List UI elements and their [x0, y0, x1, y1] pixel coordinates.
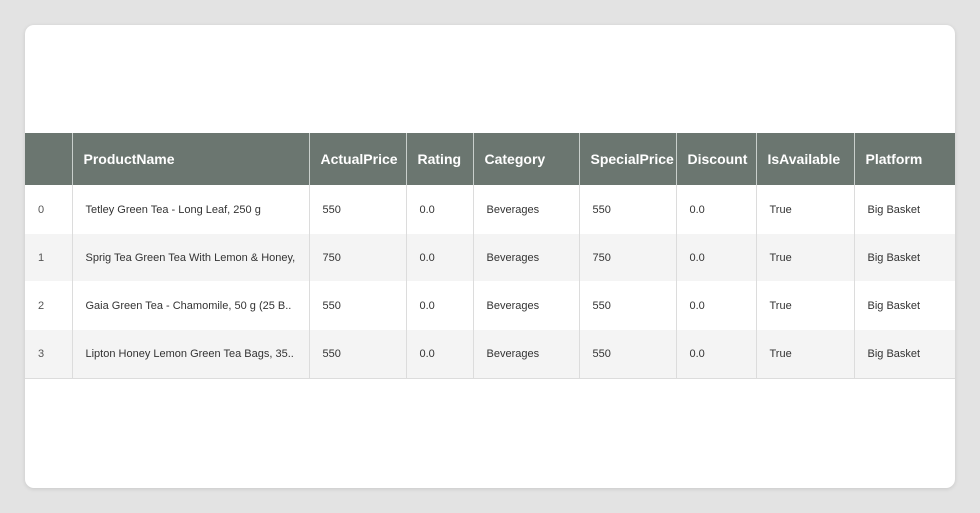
actual-price-cell: 550: [309, 330, 407, 379]
actual-price-cell: 550: [309, 281, 407, 330]
column-header-platform[interactable]: Platform: [854, 133, 955, 185]
special-price-cell: 550: [579, 281, 677, 330]
header-row: ProductName ActualPrice Rating Category …: [25, 133, 955, 185]
rating-cell: 0.0: [406, 185, 474, 234]
column-header-discount[interactable]: Discount: [676, 133, 757, 185]
row-index-cell: 1: [25, 234, 73, 281]
table-row[interactable]: 1 Sprig Tea Green Tea With Lemon & Honey…: [25, 234, 955, 281]
special-price-cell: 550: [579, 330, 677, 379]
category-cell: Beverages: [473, 281, 580, 330]
rating-cell: 0.0: [406, 330, 474, 379]
table-row[interactable]: 0 Tetley Green Tea - Long Leaf, 250 g 55…: [25, 185, 955, 234]
category-cell: Beverages: [473, 234, 580, 281]
actual-price-cell: 550: [309, 185, 407, 234]
row-index-cell: 3: [25, 330, 73, 379]
discount-cell: 0.0: [676, 281, 757, 330]
discount-cell: 0.0: [676, 330, 757, 379]
platform-cell: Big Basket: [854, 234, 955, 281]
category-cell: Beverages: [473, 185, 580, 234]
row-index-cell: 0: [25, 185, 73, 234]
table-row[interactable]: 2 Gaia Green Tea - Chamomile, 50 g (25 B…: [25, 281, 955, 330]
product-name-cell: Lipton Honey Lemon Green Tea Bags, 35..: [72, 330, 310, 379]
category-cell: Beverages: [473, 330, 580, 379]
column-header-rating[interactable]: Rating: [406, 133, 474, 185]
discount-cell: 0.0: [676, 185, 757, 234]
is-available-cell: True: [756, 281, 855, 330]
rating-cell: 0.0: [406, 281, 474, 330]
is-available-cell: True: [756, 330, 855, 379]
column-header-isavailable[interactable]: IsAvailable: [756, 133, 855, 185]
product-name-cell: Gaia Green Tea - Chamomile, 50 g (25 B..: [72, 281, 310, 330]
row-index-cell: 2: [25, 281, 73, 330]
platform-cell: Big Basket: [854, 185, 955, 234]
is-available-cell: True: [756, 185, 855, 234]
product-name-cell: Tetley Green Tea - Long Leaf, 250 g: [72, 185, 310, 234]
data-table: ProductName ActualPrice Rating Category …: [25, 133, 955, 379]
table-card: ProductName ActualPrice Rating Category …: [25, 25, 955, 488]
column-header-specialprice[interactable]: SpecialPrice: [579, 133, 677, 185]
discount-cell: 0.0: [676, 234, 757, 281]
column-header-actualprice[interactable]: ActualPrice: [309, 133, 407, 185]
product-name-cell: Sprig Tea Green Tea With Lemon & Honey,: [72, 234, 310, 281]
column-header-category[interactable]: Category: [473, 133, 580, 185]
special-price-cell: 550: [579, 185, 677, 234]
special-price-cell: 750: [579, 234, 677, 281]
rating-cell: 0.0: [406, 234, 474, 281]
actual-price-cell: 750: [309, 234, 407, 281]
table-row[interactable]: 3 Lipton Honey Lemon Green Tea Bags, 35.…: [25, 330, 955, 379]
column-header-index[interactable]: [25, 133, 73, 185]
platform-cell: Big Basket: [854, 330, 955, 379]
platform-cell: Big Basket: [854, 281, 955, 330]
column-header-productname[interactable]: ProductName: [72, 133, 310, 185]
is-available-cell: True: [756, 234, 855, 281]
